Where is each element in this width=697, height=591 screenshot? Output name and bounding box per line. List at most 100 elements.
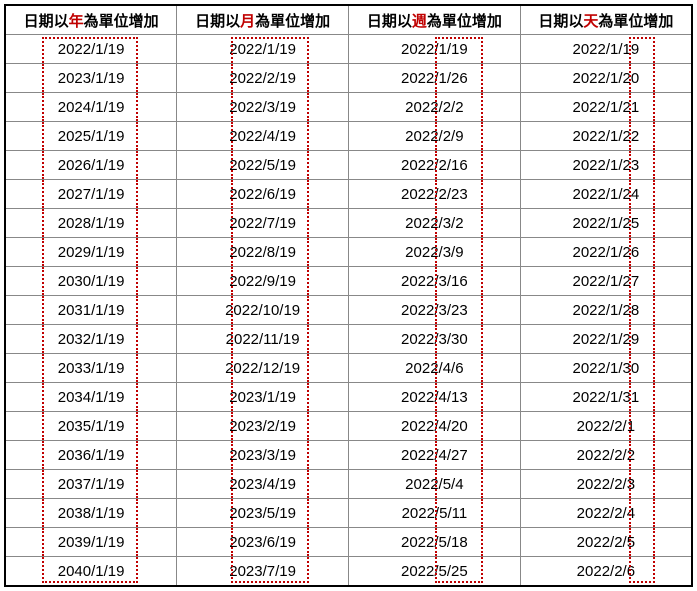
cell-value: 2022/4/19 — [229, 128, 296, 145]
cell-value: 2022/11/19 — [226, 331, 300, 348]
table-row: 2026/1/19 2022/5/19 2022/2/16 2022/1/23 — [5, 151, 692, 180]
cell-value: 2037/1/19 — [58, 476, 125, 493]
cell-value: 2022/2/16 — [401, 157, 468, 174]
table-cell: 2022/2/1 — [520, 412, 692, 441]
header-suffix: 為單位增加 — [427, 13, 502, 30]
table-cell: 2022/5/19 — [177, 151, 349, 180]
table-cell: 2022/1/27 — [520, 267, 692, 296]
cell-value: 2022/1/26 — [401, 70, 468, 87]
cell-value: 2022/3/23 — [401, 302, 468, 319]
cell-value: 2023/1/19 — [229, 389, 296, 406]
table-cell: 2022/1/19 — [349, 35, 521, 64]
table-cell: 2022/3/2 — [349, 209, 521, 238]
table-cell: 2035/1/19 — [5, 412, 177, 441]
cell-value: 2022/5/19 — [229, 157, 296, 174]
table-row: 2032/1/192022/11/192022/3/302022/1/29 — [5, 325, 692, 354]
cell-value: 2022/10/19 — [225, 302, 300, 319]
table-cell: 2022/5/18 — [349, 528, 521, 557]
table-row: 2030/1/192022/9/192022/3/162022/1/27 — [5, 267, 692, 296]
cell-value: 2022/1/19 — [401, 41, 468, 58]
table-cell: 2022/2/2 — [349, 93, 521, 122]
table-cell: 2022/3/16 — [349, 267, 521, 296]
cell-value: 2022/2/1 — [577, 418, 635, 435]
cell-value: 2039/1/19 — [58, 534, 125, 551]
cell-value: 2022/2/4 — [577, 505, 635, 522]
table-row: 2039/1/19 2023/6/192022/5/18 2022/2/5 — [5, 528, 692, 557]
table-cell: 2023/7/19 — [177, 557, 349, 587]
cell-value: 2031/1/19 — [58, 302, 125, 319]
column-header-0: 日期以年為單位增加 — [5, 5, 177, 35]
table-row: 2036/1/192023/3/192022/4/272022/2/2 — [5, 441, 692, 470]
cell-value: 2022/1/28 — [573, 302, 640, 319]
table-cell: 2022/2/4 — [520, 499, 692, 528]
cell-value: 2023/4/19 — [229, 476, 296, 493]
table-row: 2035/1/192023/2/192022/4/202022/2/1 — [5, 412, 692, 441]
cell-value: 2022/2/2 — [577, 447, 635, 464]
table-cell: 2022/1/25 — [520, 209, 692, 238]
cell-value: 2022/3/30 — [401, 331, 468, 348]
cell-value: 2022/1/25 — [573, 215, 640, 232]
table-cell: 2022/4/27 — [349, 441, 521, 470]
cell-value: 2022/2/9 — [405, 128, 463, 145]
cell-value: 2022/4/20 — [401, 418, 468, 435]
cell-value: 2022/3/16 — [401, 273, 468, 290]
table-row: 2034/1/192023/1/192022/4/132022/1/31 — [5, 383, 692, 412]
cell-value: 2022/1/29 — [573, 331, 640, 348]
cell-value: 2022/2/19 — [229, 70, 296, 87]
column-header-3: 日期以天為單位增加 — [520, 5, 692, 35]
table-cell: 2023/4/19 — [177, 470, 349, 499]
cell-value: 2023/5/19 — [229, 505, 296, 522]
cell-value: 2022/3/19 — [229, 99, 296, 116]
table-cell: 2023/1/19 — [5, 64, 177, 93]
cell-value: 2036/1/19 — [58, 447, 125, 464]
cell-value: 2027/1/19 — [58, 186, 125, 203]
table-cell: 2022/1/19 — [5, 35, 177, 64]
table-cell: 2037/1/19 — [5, 470, 177, 499]
cell-value: 2026/1/19 — [58, 157, 125, 174]
cell-value: 2035/1/19 — [58, 418, 125, 435]
cell-value: 2022/1/27 — [573, 273, 640, 290]
header-suffix: 為單位增加 — [84, 13, 159, 30]
table-cell: 2022/4/13 — [349, 383, 521, 412]
header-prefix: 日期以 — [538, 13, 583, 30]
table-cell: 2022/3/19 — [177, 93, 349, 122]
table-cell: 2025/1/19 — [5, 122, 177, 151]
cell-value: 2025/1/19 — [58, 128, 125, 145]
cell-value: 2024/1/19 — [58, 99, 125, 116]
cell-value: 2022/2/2 — [405, 99, 463, 116]
cell-value: 2022/2/23 — [401, 186, 468, 203]
cell-value: 2022/5/11 — [402, 505, 468, 522]
table-cell: 2022/1/22 — [520, 122, 692, 151]
table-row: 2025/1/19 2022/4/19 2022/2/9 2022/1/22 — [5, 122, 692, 151]
table-cell: 2023/6/19 — [177, 528, 349, 557]
cell-value: 2022/1/23 — [573, 157, 640, 174]
table-cell: 2026/1/19 — [5, 151, 177, 180]
cell-value: 2022/9/19 — [229, 273, 296, 290]
cell-value: 2022/3/9 — [405, 244, 463, 261]
table-cell: 2022/4/20 — [349, 412, 521, 441]
table-cell: 2022/1/19 — [177, 35, 349, 64]
table-cell: 2022/5/25 — [349, 557, 521, 587]
header-unit: 月 — [240, 13, 255, 30]
header-unit: 天 — [583, 13, 598, 30]
cell-value: 2022/1/20 — [573, 70, 640, 87]
cell-value: 2022/5/25 — [401, 563, 468, 580]
cell-value: 2022/2/5 — [577, 534, 635, 551]
cell-value: 2034/1/19 — [58, 389, 125, 406]
table-cell: 2022/1/26 — [349, 64, 521, 93]
table-cell: 2022/11/19 — [177, 325, 349, 354]
cell-value: 2028/1/19 — [58, 215, 125, 232]
cell-value: 2022/1/24 — [573, 186, 640, 203]
table-cell: 2022/1/29 — [520, 325, 692, 354]
table-row: 2040/1/192023/7/192022/5/252022/2/6 — [5, 557, 692, 587]
table-row: 2031/1/19 2022/10/19 2022/3/23 2022/1/28 — [5, 296, 692, 325]
table-cell: 2022/6/19 — [177, 180, 349, 209]
header-prefix: 日期以 — [195, 13, 240, 30]
table-cell: 2022/3/9 — [349, 238, 521, 267]
table-cell: 2022/10/19 — [177, 296, 349, 325]
cell-value: 2022/1/22 — [573, 128, 640, 145]
header-suffix: 為單位增加 — [598, 13, 673, 30]
table-cell: 2022/2/19 — [177, 64, 349, 93]
table-cell: 2039/1/19 — [5, 528, 177, 557]
table-row: 2022/1/192022/1/192022/1/192022/1/19 — [5, 35, 692, 64]
